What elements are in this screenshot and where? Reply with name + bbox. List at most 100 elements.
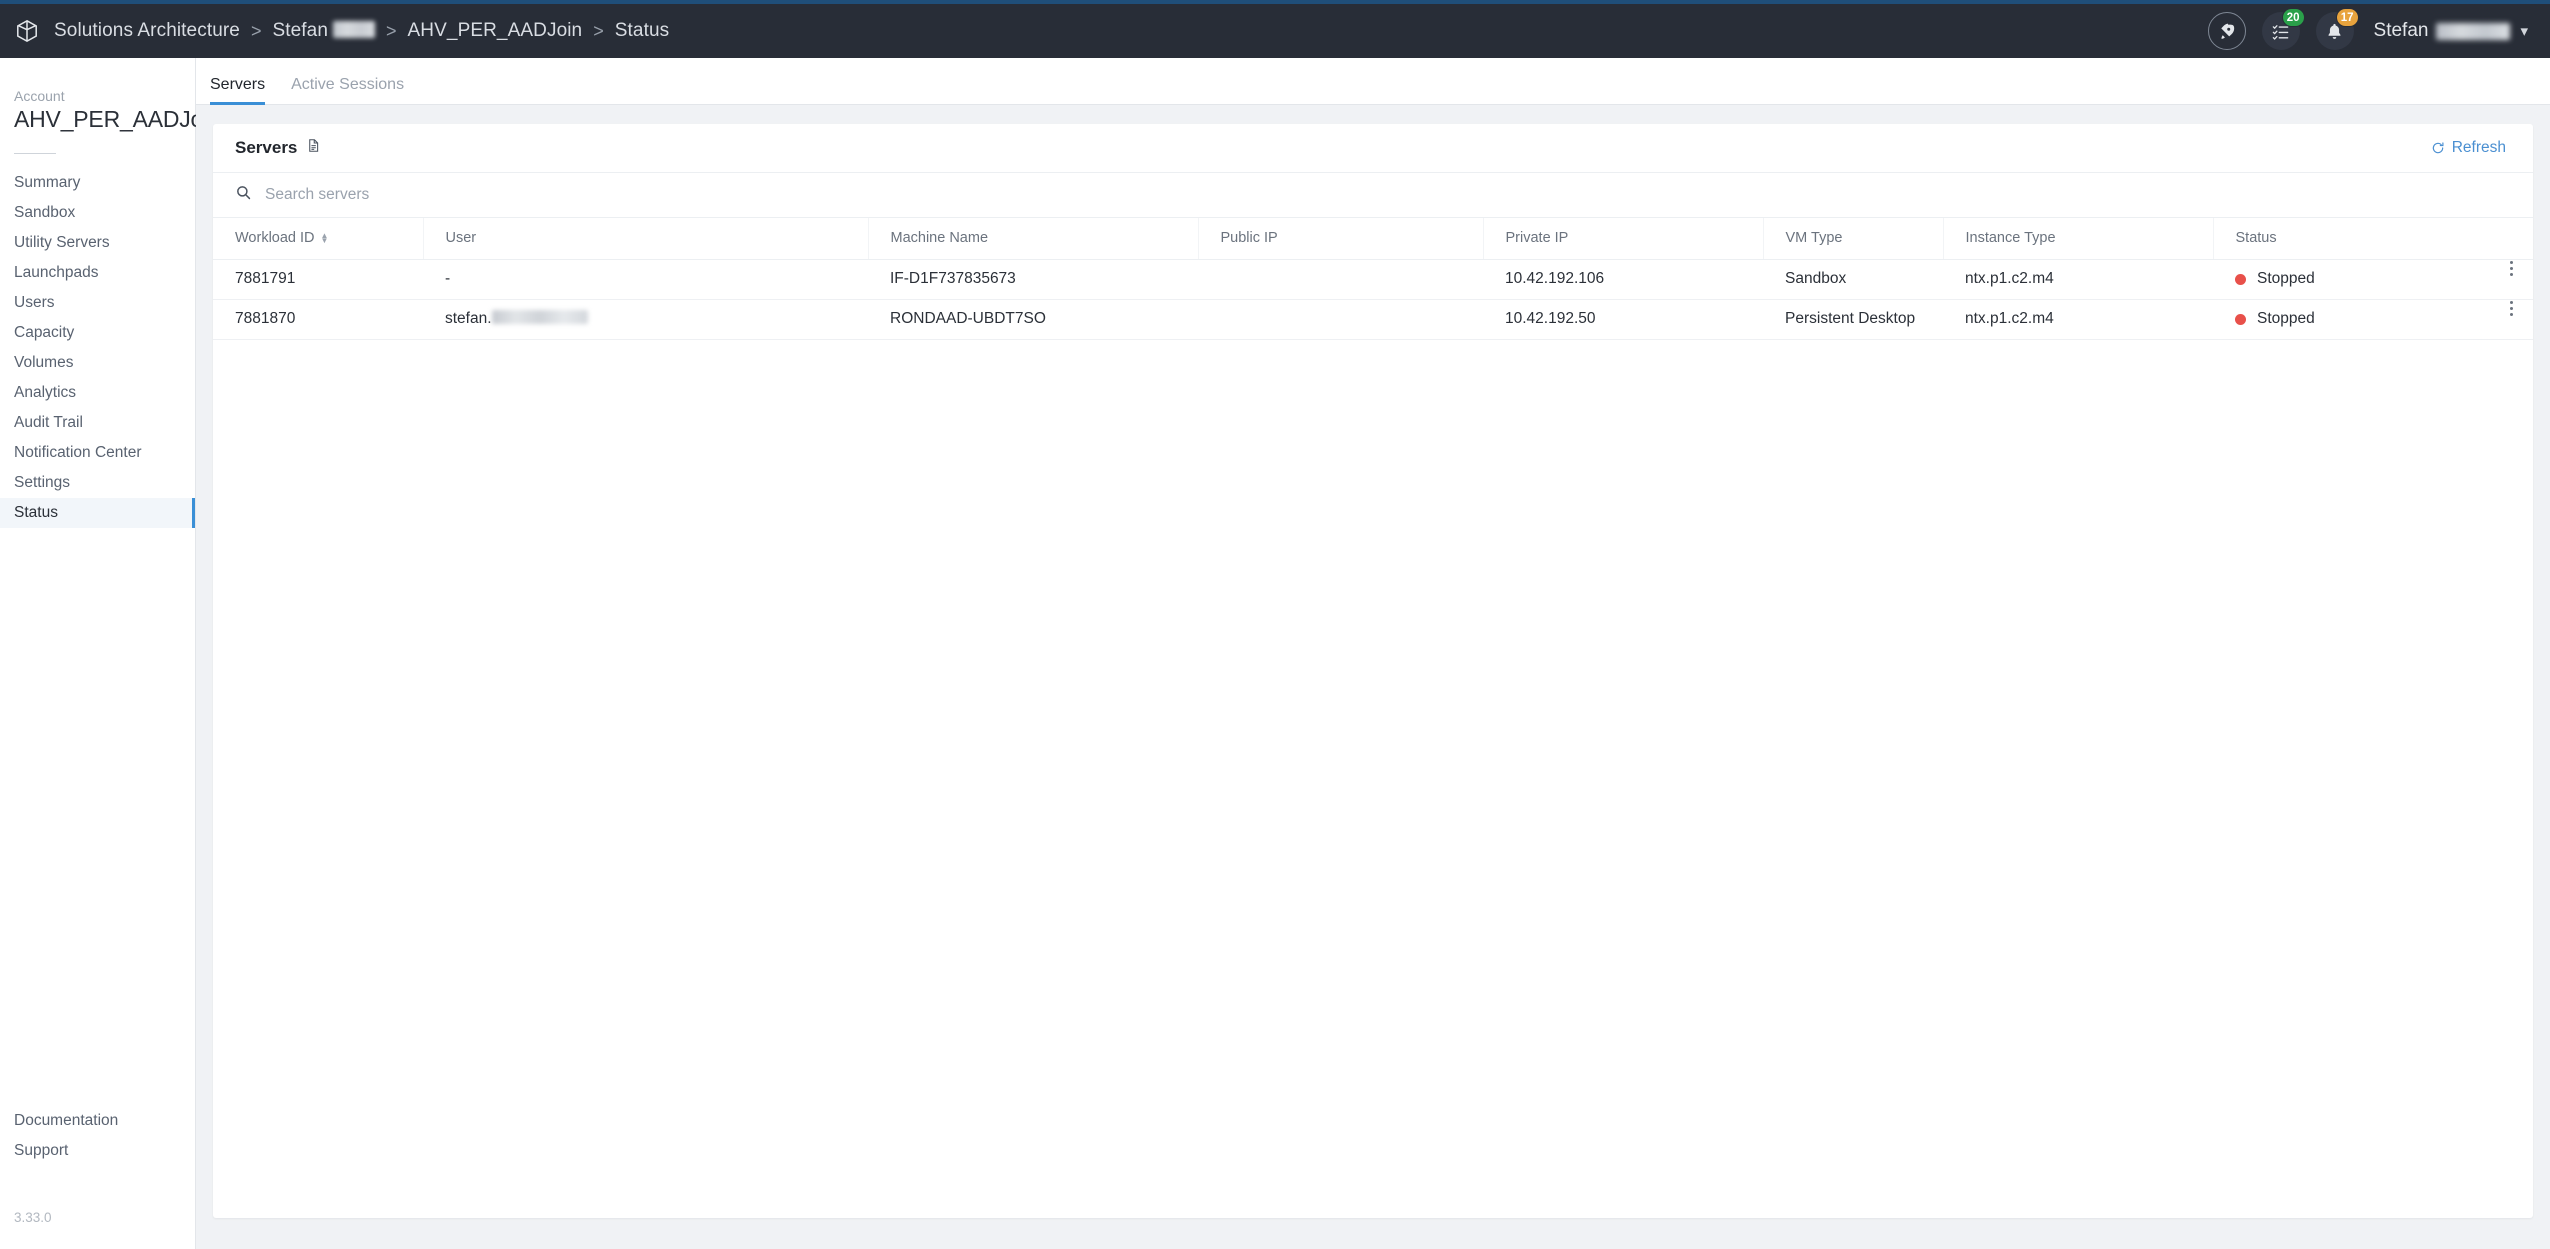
breadcrumb-separator: >: [251, 22, 262, 40]
kebab-menu-icon[interactable]: [2510, 261, 2513, 276]
cell-machine-name: RONDAAD-UBDT7SO: [868, 299, 1198, 339]
redacted-block: [2436, 23, 2510, 40]
sidebar-item-label: Audit Trail: [14, 414, 83, 432]
column-header-status[interactable]: Status: [2213, 218, 2533, 259]
table-row[interactable]: 7881870 stefan. RONDAAD-UBDT7SO 10.42.19…: [213, 299, 2533, 339]
status-label: Stopped: [2257, 310, 2315, 328]
account-name: AHV_PER_AADJoin: [0, 106, 195, 133]
breadcrumb-item-1[interactable]: Stefan: [272, 20, 375, 42]
sidebar-item-audit-trail[interactable]: Audit Trail: [0, 408, 195, 438]
cell-workload-id: 7881870: [213, 299, 423, 339]
top-bar-actions: 20 17 Stefan ▾: [2208, 12, 2528, 50]
status-badge: Stopped: [2235, 270, 2533, 288]
sidebar-item-label: Capacity: [14, 324, 74, 342]
tab-label: Active Sessions: [291, 76, 404, 93]
sidebar-item-label: Analytics: [14, 384, 76, 402]
cube-logo-icon[interactable]: [14, 18, 40, 44]
breadcrumb-item-3[interactable]: Status: [615, 20, 669, 42]
sidebar-item-documentation[interactable]: Documentation: [0, 1106, 195, 1136]
sidebar-item-support[interactable]: Support: [0, 1136, 195, 1166]
sidebar-item-status[interactable]: Status: [0, 498, 195, 528]
breadcrumb: Solutions Architecture > Stefan > AHV_PE…: [14, 18, 669, 44]
sort-indicator-icon: ▲▼: [321, 233, 329, 243]
sidebar-item-launchpads[interactable]: Launchpads: [0, 258, 195, 288]
breadcrumb-item-0[interactable]: Solutions Architecture: [54, 20, 240, 42]
tab-active-sessions[interactable]: Active Sessions: [291, 76, 404, 104]
cell-private-ip: 10.42.192.106: [1483, 259, 1763, 299]
cell-user: stefan.: [423, 299, 868, 339]
column-header-vm-type[interactable]: VM Type: [1763, 218, 1943, 259]
cell-instance-type: ntx.p1.c2.m4: [1943, 299, 2213, 339]
column-label: Instance Type: [1966, 230, 2056, 246]
sidebar-item-label: Sandbox: [14, 204, 75, 222]
column-label: Status: [2236, 230, 2277, 246]
sidebar-bottom: Documentation Support 3.33.0: [0, 1106, 195, 1225]
user-name: Stefan: [2374, 20, 2429, 42]
breadcrumb-separator: >: [386, 22, 397, 40]
app-version: 3.33.0: [0, 1210, 195, 1225]
cell-machine-name: IF-D1F737835673: [868, 259, 1198, 299]
cell-user-label: stefan.: [445, 310, 492, 327]
bell-icon[interactable]: 17: [2316, 12, 2354, 50]
column-label: VM Type: [1786, 230, 1843, 246]
column-header-machine-name[interactable]: Machine Name: [868, 218, 1198, 259]
table-row[interactable]: 7881791 - IF-D1F737835673 10.42.192.106 …: [213, 259, 2533, 299]
sidebar-item-label: Documentation: [14, 1112, 118, 1130]
column-label: Private IP: [1506, 230, 1569, 246]
sidebar: Account AHV_PER_AADJoin Summary Sandbox …: [0, 58, 196, 1249]
sidebar-item-label: Notification Center: [14, 444, 142, 462]
tab-label: Servers: [210, 76, 265, 93]
document-export-icon[interactable]: [306, 138, 321, 158]
cell-user: -: [423, 259, 868, 299]
column-header-private-ip[interactable]: Private IP: [1483, 218, 1763, 259]
sidebar-item-settings[interactable]: Settings: [0, 468, 195, 498]
sidebar-item-summary[interactable]: Summary: [0, 168, 195, 198]
search-row: [213, 173, 2533, 218]
search-icon: [235, 184, 252, 206]
column-label: User: [446, 230, 477, 246]
sidebar-item-analytics[interactable]: Analytics: [0, 378, 195, 408]
cell-workload-id: 7881791: [213, 259, 423, 299]
notification-count-badge: 17: [2336, 8, 2359, 27]
sidebar-item-users[interactable]: Users: [0, 288, 195, 318]
column-header-public-ip[interactable]: Public IP: [1198, 218, 1483, 259]
refresh-label: Refresh: [2452, 139, 2506, 157]
sidebar-item-sandbox[interactable]: Sandbox: [0, 198, 195, 228]
column-header-instance-type[interactable]: Instance Type: [1943, 218, 2213, 259]
cell-status: Stopped: [2213, 259, 2533, 299]
sidebar-item-label: Volumes: [14, 354, 73, 372]
sidebar-item-utility-servers[interactable]: Utility Servers: [0, 228, 195, 258]
cell-vm-type: Persistent Desktop: [1763, 299, 1943, 339]
status-badge: Stopped: [2235, 310, 2533, 328]
cell-public-ip: [1198, 299, 1483, 339]
cell-instance-type: ntx.p1.c2.m4: [1943, 259, 2213, 299]
column-header-workload-id[interactable]: Workload ID ▲▼: [213, 218, 423, 259]
row-menu-1[interactable]: [2510, 301, 2513, 316]
sidebar-item-label: Support: [14, 1142, 68, 1160]
rocket-icon[interactable]: [2208, 12, 2246, 50]
breadcrumb-item-1-label: Stefan: [272, 20, 328, 41]
refresh-button[interactable]: Refresh: [2431, 139, 2506, 157]
column-label: Public IP: [1221, 230, 1278, 246]
breadcrumb-item-2[interactable]: AHV_PER_AADJoin: [408, 20, 583, 42]
card-title-wrap: Servers: [235, 138, 321, 158]
sidebar-item-label: Status: [14, 504, 58, 522]
refresh-icon: [2431, 141, 2445, 155]
user-menu[interactable]: Stefan ▾: [2374, 20, 2528, 42]
tab-servers[interactable]: Servers: [210, 76, 265, 104]
sidebar-item-capacity[interactable]: Capacity: [0, 318, 195, 348]
servers-card: Servers Refresh: [213, 124, 2533, 1218]
task-list-icon[interactable]: 20: [2262, 12, 2300, 50]
status-label: Stopped: [2257, 270, 2315, 288]
status-dot-icon: [2235, 314, 2246, 325]
servers-table: Workload ID ▲▼ User Machine Name Public …: [213, 218, 2533, 340]
kebab-menu-icon[interactable]: [2510, 301, 2513, 316]
row-menu-0[interactable]: [2510, 261, 2513, 276]
sidebar-divider: [14, 153, 56, 154]
sidebar-item-volumes[interactable]: Volumes: [0, 348, 195, 378]
column-header-user[interactable]: User: [423, 218, 868, 259]
table-header-row: Workload ID ▲▼ User Machine Name Public …: [213, 218, 2533, 259]
sidebar-item-notification-center[interactable]: Notification Center: [0, 438, 195, 468]
column-label: Workload ID: [235, 230, 315, 246]
search-input[interactable]: [265, 186, 865, 204]
